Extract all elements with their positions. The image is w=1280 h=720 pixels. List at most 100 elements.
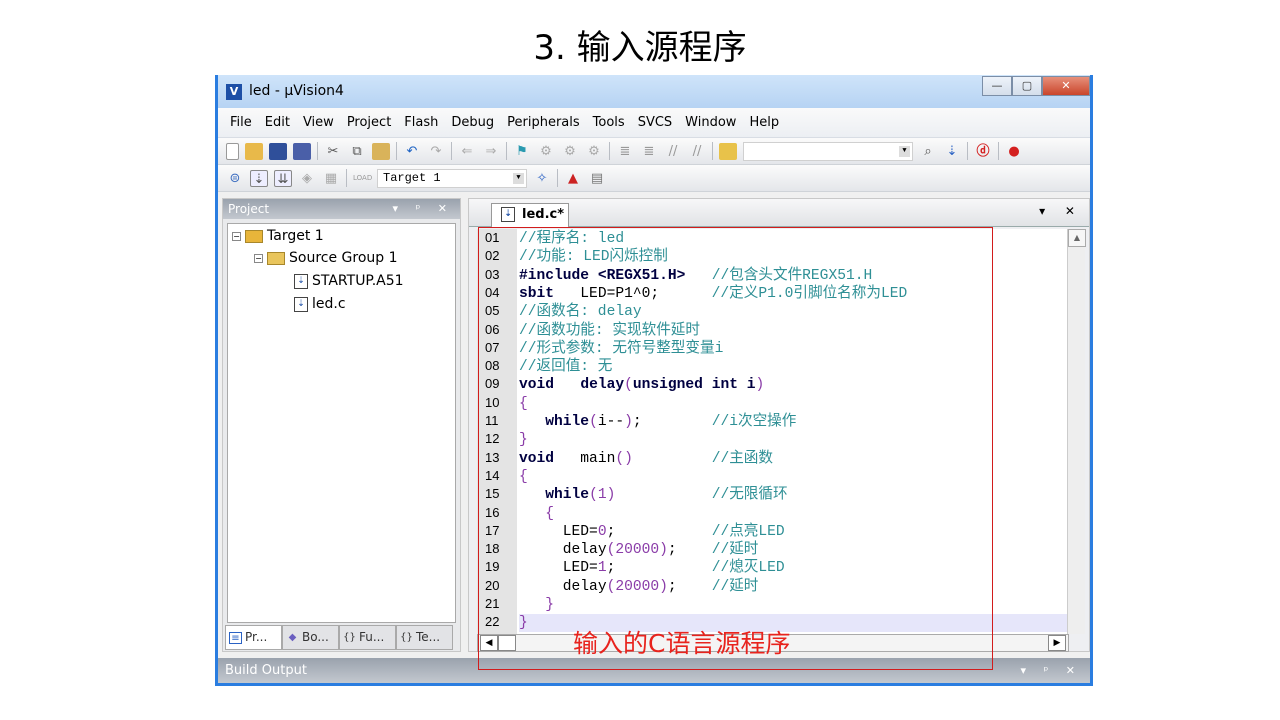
code-line[interactable]: LED=0; //点亮LED — [519, 523, 1069, 541]
project-tab-icon: ≡ — [229, 631, 242, 644]
copy-icon[interactable]: ⧉ — [348, 143, 366, 160]
menu-view[interactable]: View — [303, 115, 334, 130]
code-line[interactable]: //函数名: delay — [519, 303, 1069, 321]
find-icon[interactable]: ⌕ — [919, 143, 937, 160]
code-line[interactable]: LED=1; //熄灭LED — [519, 559, 1069, 577]
code-line[interactable]: delay(20000); //延时 — [519, 541, 1069, 559]
code-literal: (20000) — [606, 578, 668, 595]
new-file-icon[interactable] — [226, 142, 239, 160]
tab-led-c[interactable]: ⇣ led.c* — [491, 203, 569, 227]
panel-controls[interactable]: ▾ ᵖ ✕ — [1021, 658, 1082, 683]
code-line[interactable]: delay(20000); //延时 — [519, 578, 1069, 596]
open-folder-icon[interactable] — [245, 142, 263, 160]
tree-node-startup-file[interactable]: ⇣ STARTUP.A51 — [294, 273, 404, 289]
tab-project[interactable]: ≡ Pr... — [225, 625, 282, 650]
code-comment: //熄灭LED — [711, 560, 785, 577]
menu-debug[interactable]: Debug — [451, 115, 494, 130]
menu-file[interactable]: File — [230, 115, 252, 130]
menu-flash[interactable]: Flash — [404, 115, 438, 130]
select-packs-icon[interactable]: ▤ — [588, 170, 606, 187]
code-text: ; — [632, 414, 712, 430]
rebuild-icon[interactable]: ⇊ — [274, 169, 292, 187]
tree-node-led-file[interactable]: ⇣ led.c — [294, 296, 346, 312]
find-in-files-icon[interactable] — [719, 142, 737, 160]
tree-node-source-group[interactable]: − Source Group 1 — [254, 250, 398, 266]
menu-tools[interactable]: Tools — [593, 115, 625, 130]
save-icon[interactable] — [269, 142, 287, 160]
code-line[interactable]: while(1) //无限循环 — [519, 486, 1069, 504]
menu-help[interactable]: Help — [749, 115, 779, 130]
vertical-scrollbar[interactable]: ▲ — [1067, 229, 1086, 634]
manage-components-icon[interactable]: ▲ — [564, 170, 582, 187]
tab-books[interactable]: ◆ Bo... — [282, 625, 339, 650]
code-comment: //返回值: 无 — [519, 359, 613, 376]
comment-icon[interactable]: // — [664, 143, 682, 160]
code-editor[interactable]: 01//程序名: led 02//功能: LED闪烁控制 03 #include <R… — [477, 229, 1069, 634]
bookmark-icon[interactable]: ⚑ — [513, 143, 531, 160]
code-line[interactable]: { — [519, 395, 1069, 413]
nav-forward-icon[interactable]: ⇒ — [482, 143, 500, 160]
uncomment-icon[interactable]: // — [688, 143, 706, 160]
code-line[interactable]: void main() //主函数 — [519, 450, 1069, 468]
translate-icon[interactable]: ⊜ — [226, 170, 244, 187]
collapse-icon: − — [232, 231, 241, 241]
code-line[interactable]: { — [519, 505, 1069, 523]
undo-icon[interactable]: ↶ — [403, 143, 421, 160]
nav-back-icon[interactable]: ⇐ — [458, 143, 476, 160]
code-comment: //延时 — [711, 542, 759, 559]
annotation-label: 输入的C语言源程序 — [573, 629, 791, 658]
indent-icon[interactable]: ≣ — [616, 143, 634, 160]
breakpoint-icon[interactable]: ● — [1005, 143, 1023, 160]
code-line[interactable]: void delay(unsigned int i) — [519, 376, 1069, 394]
clear-bookmarks-icon[interactable]: ⚙ — [585, 143, 603, 160]
code-line[interactable]: #include <REGX51.H> //包含头文件REGX51.H — [519, 267, 1069, 285]
menu-peripherals[interactable]: Peripherals — [507, 115, 580, 130]
find-combo[interactable]: ▼ — [743, 141, 913, 161]
menu-window[interactable]: Window — [685, 115, 736, 130]
tab-functions[interactable]: {} Fu... — [339, 625, 396, 650]
code-line[interactable]: sbit LED=P1^0; //定义P1.0引脚位名称为LED — [519, 285, 1069, 303]
line-number: 07 — [485, 339, 500, 355]
tree-node-target[interactable]: − Target 1 — [232, 228, 324, 244]
chevron-down-icon[interactable]: ▼ — [513, 172, 524, 184]
start-debug-icon[interactable]: ⓓ — [974, 143, 992, 160]
code-line[interactable]: while(i--); //i次空操作 — [519, 413, 1069, 431]
code-line[interactable]: } — [519, 431, 1069, 449]
redo-icon[interactable]: ↷ — [427, 143, 445, 160]
line-number: 10 — [485, 394, 500, 410]
editor-controls[interactable]: ▾ ✕ — [1039, 204, 1083, 218]
tab-templates[interactable]: {} Te... — [396, 625, 453, 650]
build-icon[interactable]: ⇣ — [250, 169, 268, 187]
paste-icon[interactable] — [372, 142, 390, 160]
target-options-icon[interactable]: ✧ — [533, 170, 551, 187]
line-number: 02 — [485, 248, 500, 264]
code-line[interactable]: } — [519, 596, 1069, 614]
code-line[interactable]: //形式参数: 无符号整型变量i — [519, 340, 1069, 358]
maximize-button[interactable]: ▢ — [1012, 76, 1042, 96]
close-button[interactable]: ✕ — [1042, 76, 1090, 96]
code-line[interactable]: { — [519, 468, 1069, 486]
prev-bookmark-icon[interactable]: ⚙ — [537, 143, 555, 160]
code-text: ; — [606, 560, 712, 577]
save-all-icon[interactable] — [293, 142, 311, 160]
batch-build-icon[interactable]: ◈ — [298, 170, 316, 187]
code-line[interactable]: //函数功能: 实现软件延时 — [519, 322, 1069, 340]
debug-settings-icon[interactable]: ⇣ — [943, 143, 961, 160]
cut-icon[interactable]: ✂ — [324, 143, 342, 160]
stop-build-icon[interactable]: ▦ — [322, 170, 340, 187]
minimize-button[interactable]: — — [982, 76, 1012, 96]
menu-svcs[interactable]: SVCS — [638, 115, 672, 130]
menu-project[interactable]: Project — [347, 115, 391, 130]
code-line[interactable]: //功能: LED闪烁控制 — [519, 248, 1069, 266]
menu-edit[interactable]: Edit — [265, 115, 290, 130]
load-download-icon[interactable]: LOAD — [353, 170, 372, 187]
code-line[interactable]: //返回值: 无 — [519, 358, 1069, 376]
target-select[interactable]: Target 1 ▼ — [377, 168, 527, 188]
chevron-down-icon[interactable]: ▼ — [899, 145, 910, 157]
unindent-icon[interactable]: ≣ — [640, 143, 658, 160]
next-bookmark-icon[interactable]: ⚙ — [561, 143, 579, 160]
panel-controls[interactable]: ▾ ᵖ ✕ — [393, 199, 454, 219]
code-line[interactable]: //程序名: led — [519, 230, 1069, 248]
